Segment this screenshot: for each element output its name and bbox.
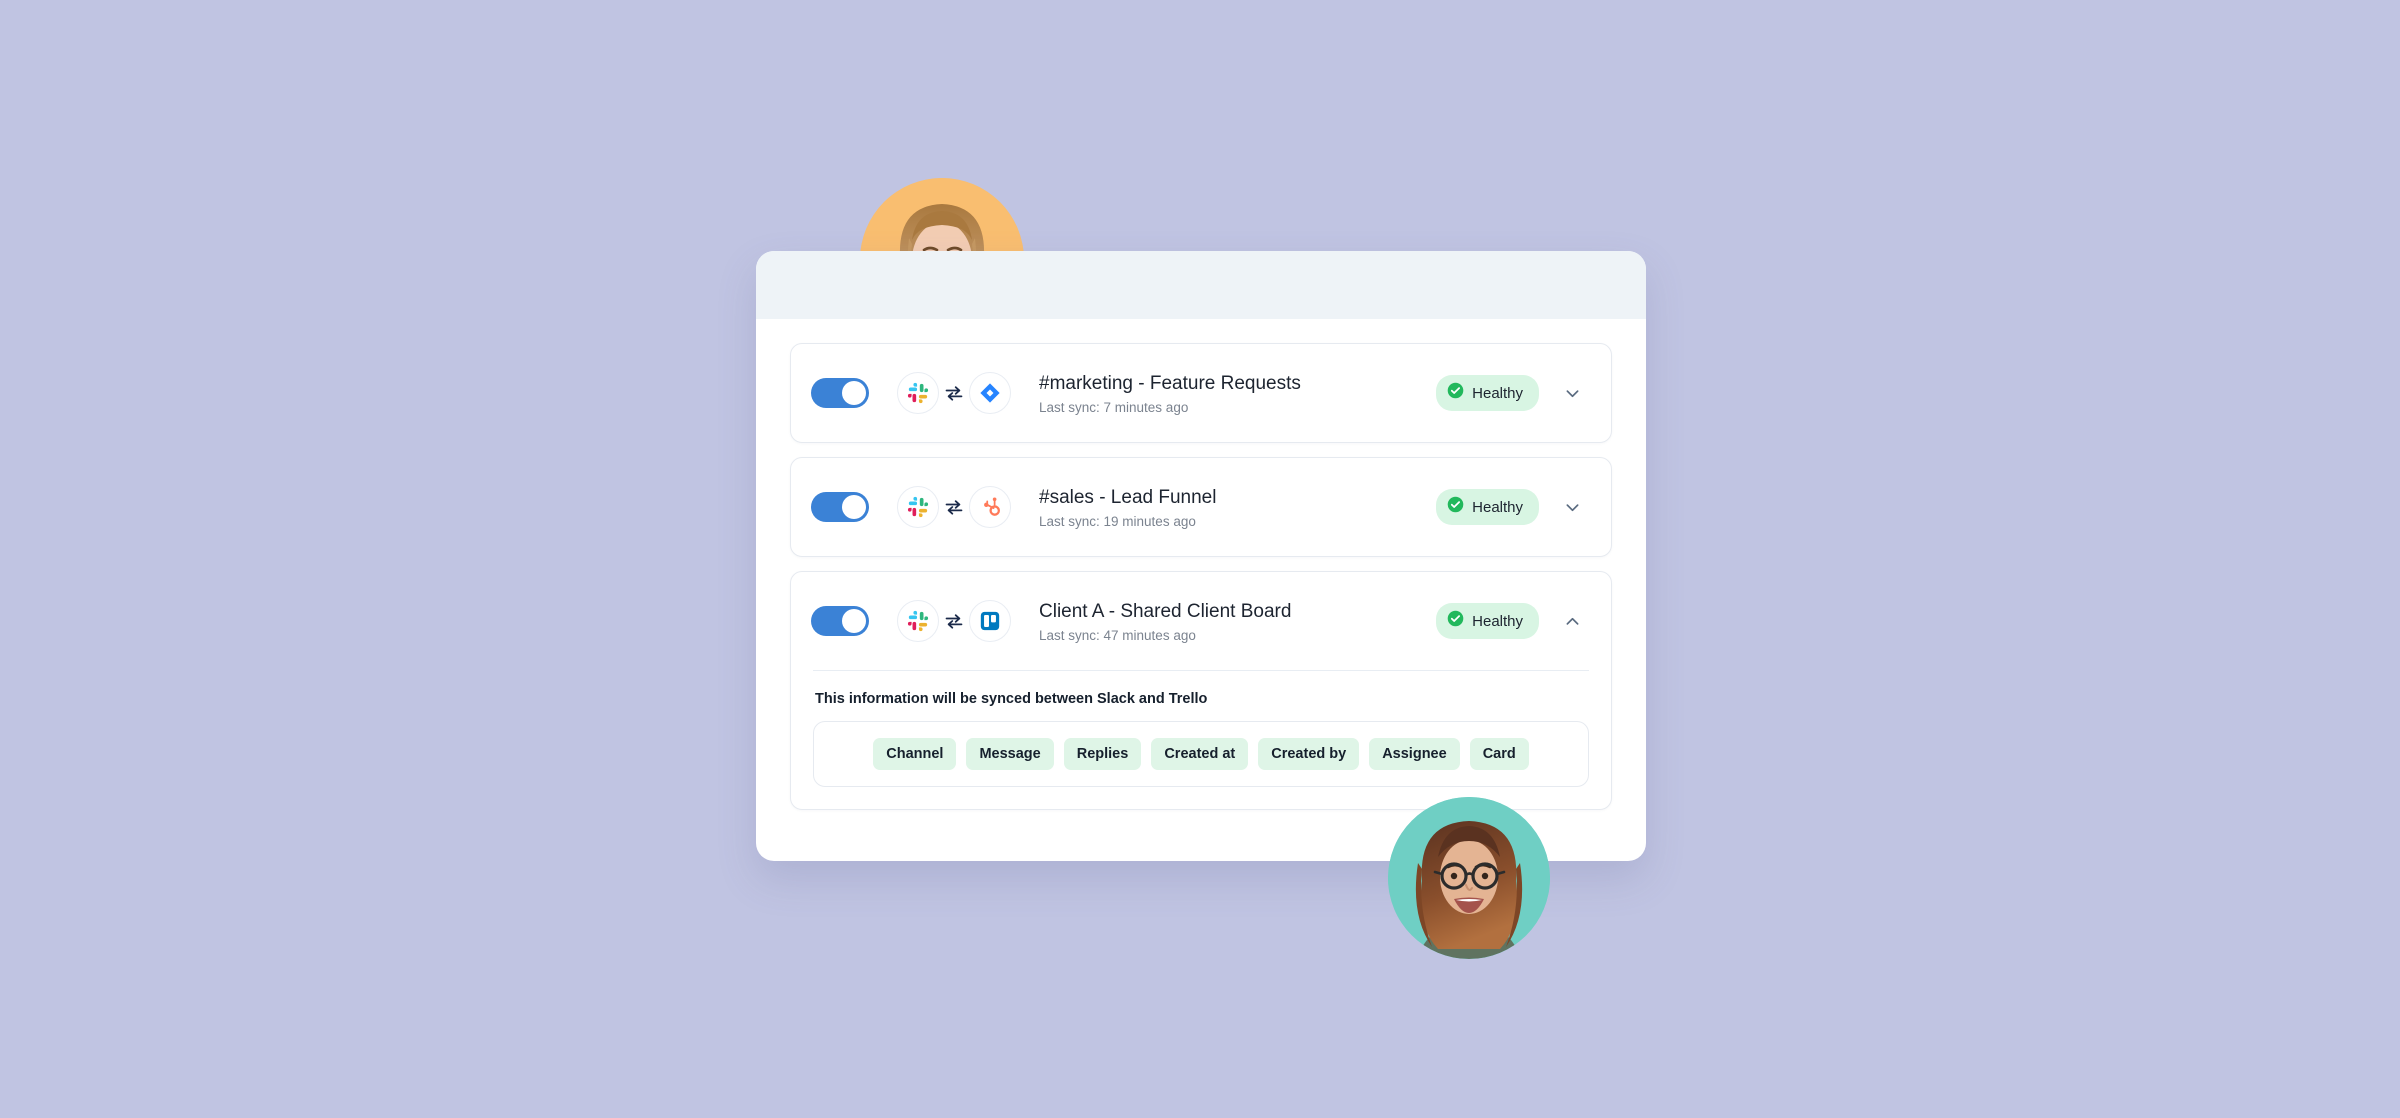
chevron-down-icon[interactable]: [1555, 490, 1589, 524]
sync-row-text: Client A - Shared Client Board Last sync…: [1039, 599, 1436, 643]
slack-icon: [897, 486, 939, 528]
sync-row-title: #marketing - Feature Requests: [1039, 373, 1301, 395]
bidirectional-sync-icon: [943, 600, 965, 642]
sync-toggle[interactable]: [811, 606, 869, 636]
chevron-up-icon[interactable]: [1555, 604, 1589, 638]
divider: [813, 670, 1589, 671]
sync-row-subtitle: Last sync: 7 minutes ago: [1039, 399, 1189, 415]
app-pair: [897, 600, 1011, 642]
integrations-panel: #marketing - Feature Requests Last sync:…: [756, 251, 1646, 861]
sync-row[interactable]: #marketing - Feature Requests Last sync:…: [790, 343, 1612, 443]
sync-row-title: #sales - Lead Funnel: [1039, 487, 1217, 509]
slack-icon: [897, 600, 939, 642]
sync-row-subtitle: Last sync: 19 minutes ago: [1039, 513, 1196, 529]
sync-toggle[interactable]: [811, 378, 869, 408]
sync-row-main: #sales - Lead Funnel Last sync: 19 minut…: [791, 458, 1611, 556]
check-circle-icon: [1447, 496, 1464, 518]
check-circle-icon: [1447, 610, 1464, 632]
toggle-knob: [842, 609, 866, 633]
bidirectional-sync-icon: [943, 486, 965, 528]
jira-icon: [969, 372, 1011, 414]
app-pair: [897, 372, 1011, 414]
slack-icon: [897, 372, 939, 414]
sync-row-text: #marketing - Feature Requests Last sync:…: [1039, 371, 1436, 415]
sync-row-main: Client A - Shared Client Board Last sync…: [791, 572, 1611, 670]
field-tag[interactable]: Channel: [873, 738, 957, 770]
field-tag[interactable]: Created at: [1151, 738, 1249, 770]
avatar-bottom: [1388, 797, 1550, 959]
trello-icon: [969, 600, 1011, 642]
panel-header-bar: [756, 251, 1646, 319]
field-tag[interactable]: Card: [1469, 738, 1529, 770]
panel-body: #marketing - Feature Requests Last sync:…: [756, 319, 1646, 844]
sync-details-heading: This information will be synced between …: [815, 691, 1208, 707]
sync-row-text: #sales - Lead Funnel Last sync: 19 minut…: [1039, 485, 1436, 529]
status-label: Healthy: [1472, 612, 1523, 630]
status-badge: Healthy: [1436, 375, 1539, 411]
sync-row-main: #marketing - Feature Requests Last sync:…: [791, 344, 1611, 442]
check-circle-icon: [1447, 382, 1464, 404]
sync-row[interactable]: #sales - Lead Funnel Last sync: 19 minut…: [790, 457, 1612, 557]
sync-row-title: Client A - Shared Client Board: [1039, 601, 1292, 623]
field-tag[interactable]: Replies: [1063, 738, 1142, 770]
status-badge: Healthy: [1436, 489, 1539, 525]
sync-details-panel: This information will be synced between …: [791, 670, 1611, 809]
sync-row-subtitle: Last sync: 47 minutes ago: [1039, 627, 1196, 643]
status-badge: Healthy: [1436, 603, 1539, 639]
field-tag[interactable]: Message: [966, 738, 1054, 770]
field-tag[interactable]: Assignee: [1369, 738, 1460, 770]
bidirectional-sync-icon: [943, 372, 965, 414]
toggle-knob: [842, 381, 866, 405]
field-tag[interactable]: Created by: [1258, 738, 1360, 770]
synced-fields-container: Channel Message Replies Created at Creat…: [813, 721, 1589, 787]
hubspot-icon: [969, 486, 1011, 528]
sync-toggle[interactable]: [811, 492, 869, 522]
app-pair: [897, 486, 1011, 528]
toggle-knob: [842, 495, 866, 519]
avatar-bottom-portrait: [1388, 797, 1550, 959]
chevron-down-icon[interactable]: [1555, 376, 1589, 410]
status-label: Healthy: [1472, 498, 1523, 516]
status-label: Healthy: [1472, 384, 1523, 402]
sync-row-expanded[interactable]: Client A - Shared Client Board Last sync…: [790, 571, 1612, 810]
